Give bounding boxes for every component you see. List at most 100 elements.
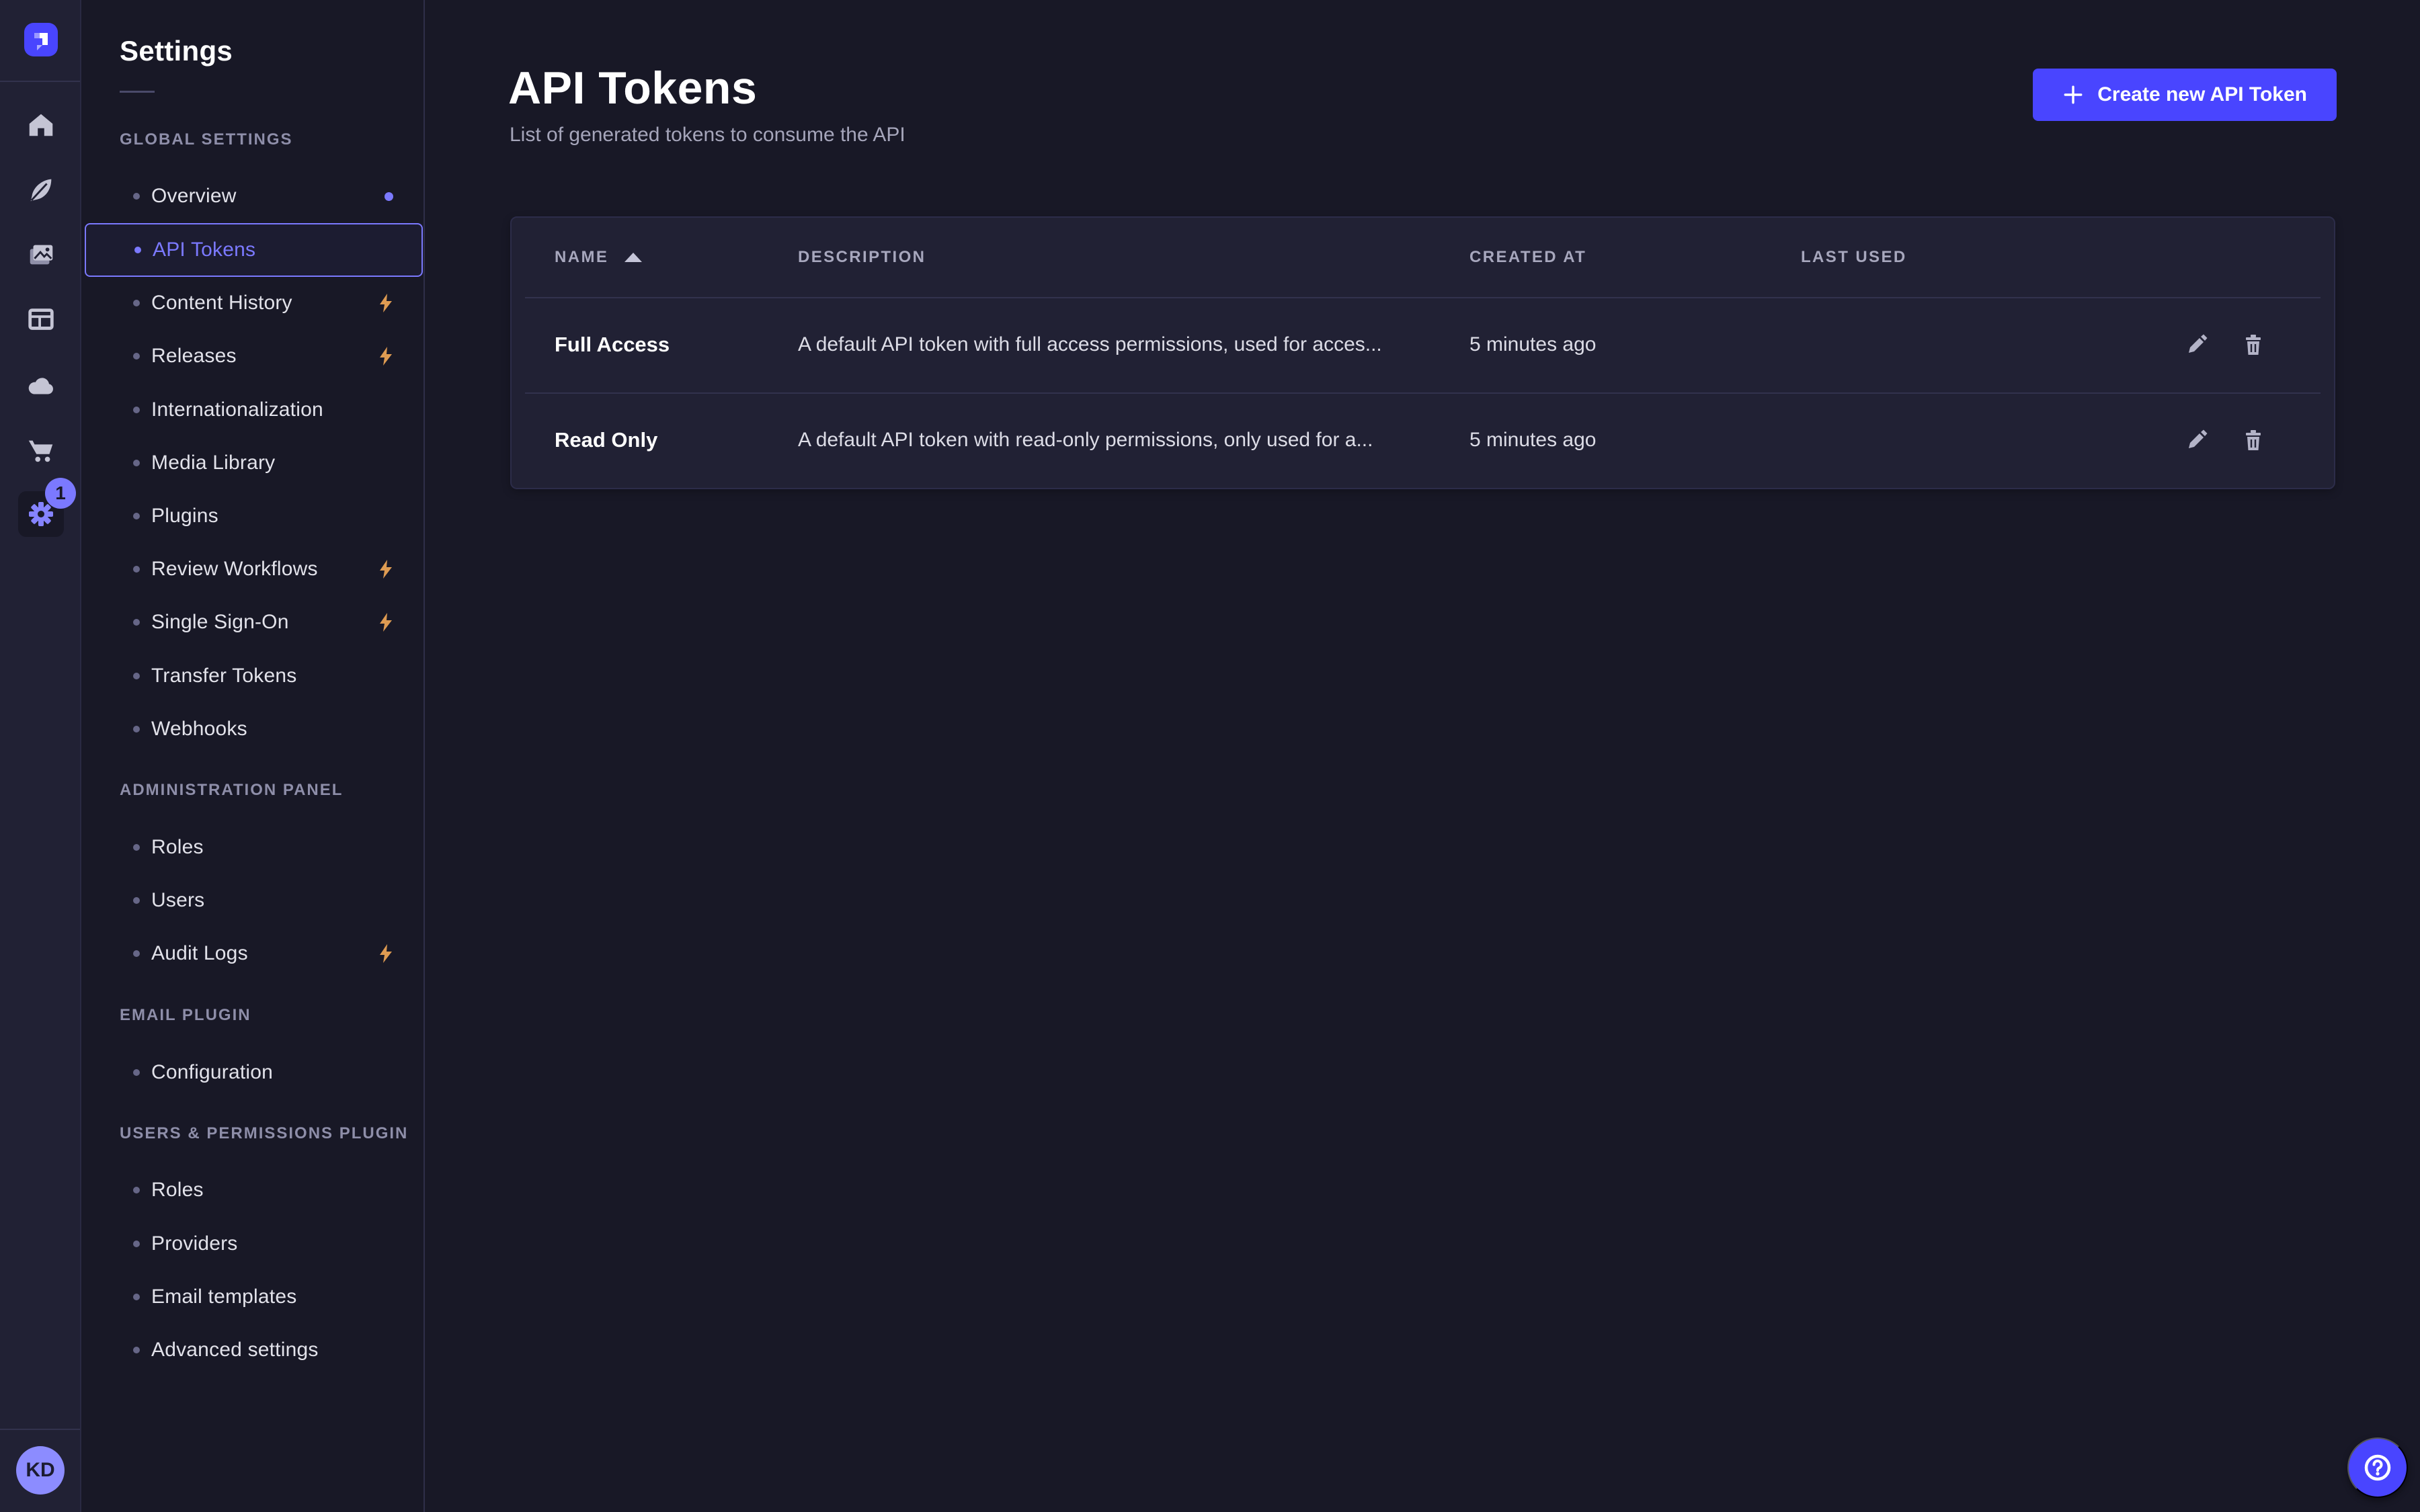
pencil-icon	[2185, 429, 2208, 452]
sidebar-item-advanced-settings[interactable]: Advanced settings	[85, 1323, 423, 1377]
cloud-icon	[26, 370, 56, 401]
rail-divider-bottom	[0, 1429, 80, 1430]
cart-icon	[26, 435, 56, 466]
table-header-row: NAME DESCRIPTION CREATED AT LAST USED	[512, 218, 2334, 297]
token-created-at: 5 minutes ago	[1469, 333, 1801, 356]
bullet-icon	[133, 1187, 140, 1193]
sidebar-item-plugins[interactable]: Plugins	[85, 489, 423, 543]
bullet-icon	[134, 247, 141, 253]
bullet-icon	[133, 897, 140, 904]
cloud-button[interactable]	[18, 363, 64, 409]
sidebar-item-api-tokens[interactable]: API Tokens	[85, 223, 423, 277]
section-administration-panel: ADMINISTRATION PANEL	[120, 777, 343, 804]
table-row[interactable]: Read Only A default API token with read-…	[512, 392, 2334, 488]
column-header-last-used: LAST USED	[1801, 248, 2137, 267]
token-description: A default API token with read-only permi…	[798, 429, 1469, 452]
create-api-token-label: Create new API Token	[2097, 83, 2307, 106]
trash-icon	[2242, 429, 2265, 452]
bullet-icon	[133, 513, 140, 519]
bullet-icon	[133, 1347, 140, 1353]
sidebar-item-media-library[interactable]: Media Library	[85, 436, 423, 490]
bullet-icon	[133, 673, 140, 679]
bullet-icon	[133, 1294, 140, 1300]
subnav-title-divider	[120, 91, 155, 93]
sidebar-item-single-sign-on[interactable]: Single Sign-On	[85, 595, 423, 649]
token-name: Read Only	[555, 428, 798, 452]
home-icon	[26, 110, 56, 140]
pencil-icon	[2185, 333, 2208, 356]
sidebar-item-releases[interactable]: Releases	[85, 329, 423, 383]
settings-button[interactable]: 1	[18, 491, 64, 537]
trash-icon	[2242, 333, 2265, 356]
column-header-name[interactable]: NAME	[555, 248, 798, 267]
table-row[interactable]: Full Access A default API token with ful…	[512, 297, 2334, 392]
subnav-title: Settings	[120, 35, 233, 67]
token-description: A default API token with full access per…	[798, 333, 1469, 356]
edit-token-button[interactable]	[2181, 424, 2213, 456]
section-users-permissions-plugin: USERS & PERMISSIONS PLUGIN	[120, 1120, 408, 1147]
api-tokens-table: NAME DESCRIPTION CREATED AT LAST USED Fu…	[510, 216, 2335, 489]
token-name: Full Access	[555, 333, 798, 357]
column-header-created-at: CREATED AT	[1469, 248, 1801, 267]
section-global-settings: GLOBAL SETTINGS	[120, 126, 293, 153]
settings-subnav: Settings GLOBAL SETTINGS Overview API To…	[81, 0, 425, 1512]
sidebar-item-audit-logs[interactable]: Audit Logs	[85, 927, 423, 980]
bullet-icon	[133, 1241, 140, 1247]
bullet-icon	[133, 619, 140, 626]
sidebar-item-webhooks[interactable]: Webhooks	[85, 702, 423, 756]
help-button[interactable]	[2347, 1437, 2408, 1498]
sidebar-item-overview[interactable]: Overview	[85, 169, 423, 223]
media-library-button[interactable]	[18, 232, 64, 278]
main-content: API Tokens List of generated tokens to c…	[425, 0, 2420, 1512]
bullet-icon	[133, 460, 140, 466]
section-email-plugin: EMAIL PLUGIN	[120, 1002, 251, 1029]
delete-token-button[interactable]	[2237, 424, 2269, 456]
bullet-icon	[133, 726, 140, 732]
settings-notification-badge: 1	[45, 478, 76, 509]
home-button[interactable]	[18, 102, 64, 148]
plus-icon	[2062, 84, 2084, 106]
content-manager-button[interactable]	[18, 167, 64, 212]
sidebar-item-transfer-tokens[interactable]: Transfer Tokens	[85, 649, 423, 703]
sidebar-item-email-templates[interactable]: Email templates	[85, 1270, 423, 1324]
marketplace-button[interactable]	[18, 427, 64, 473]
rail-divider-top	[0, 81, 80, 82]
create-api-token-button[interactable]: Create new API Token	[2033, 69, 2337, 121]
sidebar-item-review-workflows[interactable]: Review Workflows	[85, 542, 423, 596]
sidebar-item-users[interactable]: Users	[85, 874, 423, 927]
images-icon	[26, 239, 56, 270]
content-type-builder-button[interactable]	[18, 296, 64, 342]
question-mark-icon	[2362, 1452, 2394, 1484]
bullet-icon	[133, 566, 140, 573]
notification-dot-icon	[385, 192, 393, 201]
sidebar-item-configuration[interactable]: Configuration	[85, 1046, 423, 1099]
bullet-icon	[133, 300, 140, 306]
bullet-icon	[133, 407, 140, 413]
bullet-icon	[133, 193, 140, 200]
page-title: API Tokens	[508, 62, 757, 114]
sidebar-item-providers[interactable]: Providers	[85, 1217, 423, 1271]
edit-token-button[interactable]	[2181, 329, 2213, 361]
page-subtitle: List of generated tokens to consume the …	[510, 124, 905, 146]
bullet-icon	[133, 844, 140, 851]
strapi-logo[interactable]	[24, 23, 58, 56]
sidebar-item-internationalization[interactable]: Internationalization	[85, 383, 423, 437]
avatar[interactable]: KD	[16, 1446, 65, 1495]
delete-token-button[interactable]	[2237, 329, 2269, 361]
feather-icon	[26, 174, 56, 205]
token-created-at: 5 minutes ago	[1469, 429, 1801, 452]
lightning-icon	[374, 942, 397, 965]
bullet-icon	[133, 1069, 140, 1076]
bullet-icon	[133, 353, 140, 360]
bullet-icon	[133, 950, 140, 957]
strapi-logo-icon	[25, 24, 57, 56]
lightning-icon	[374, 558, 397, 581]
sidebar-item-content-history[interactable]: Content History	[85, 276, 423, 330]
lightning-icon	[374, 292, 397, 314]
lightning-icon	[374, 345, 397, 368]
lightning-icon	[374, 611, 397, 634]
layout-icon	[26, 304, 56, 335]
sidebar-item-roles-admin[interactable]: Roles	[85, 821, 423, 874]
sidebar-item-roles-up[interactable]: Roles	[85, 1163, 423, 1217]
sort-ascending-icon[interactable]	[624, 253, 642, 262]
